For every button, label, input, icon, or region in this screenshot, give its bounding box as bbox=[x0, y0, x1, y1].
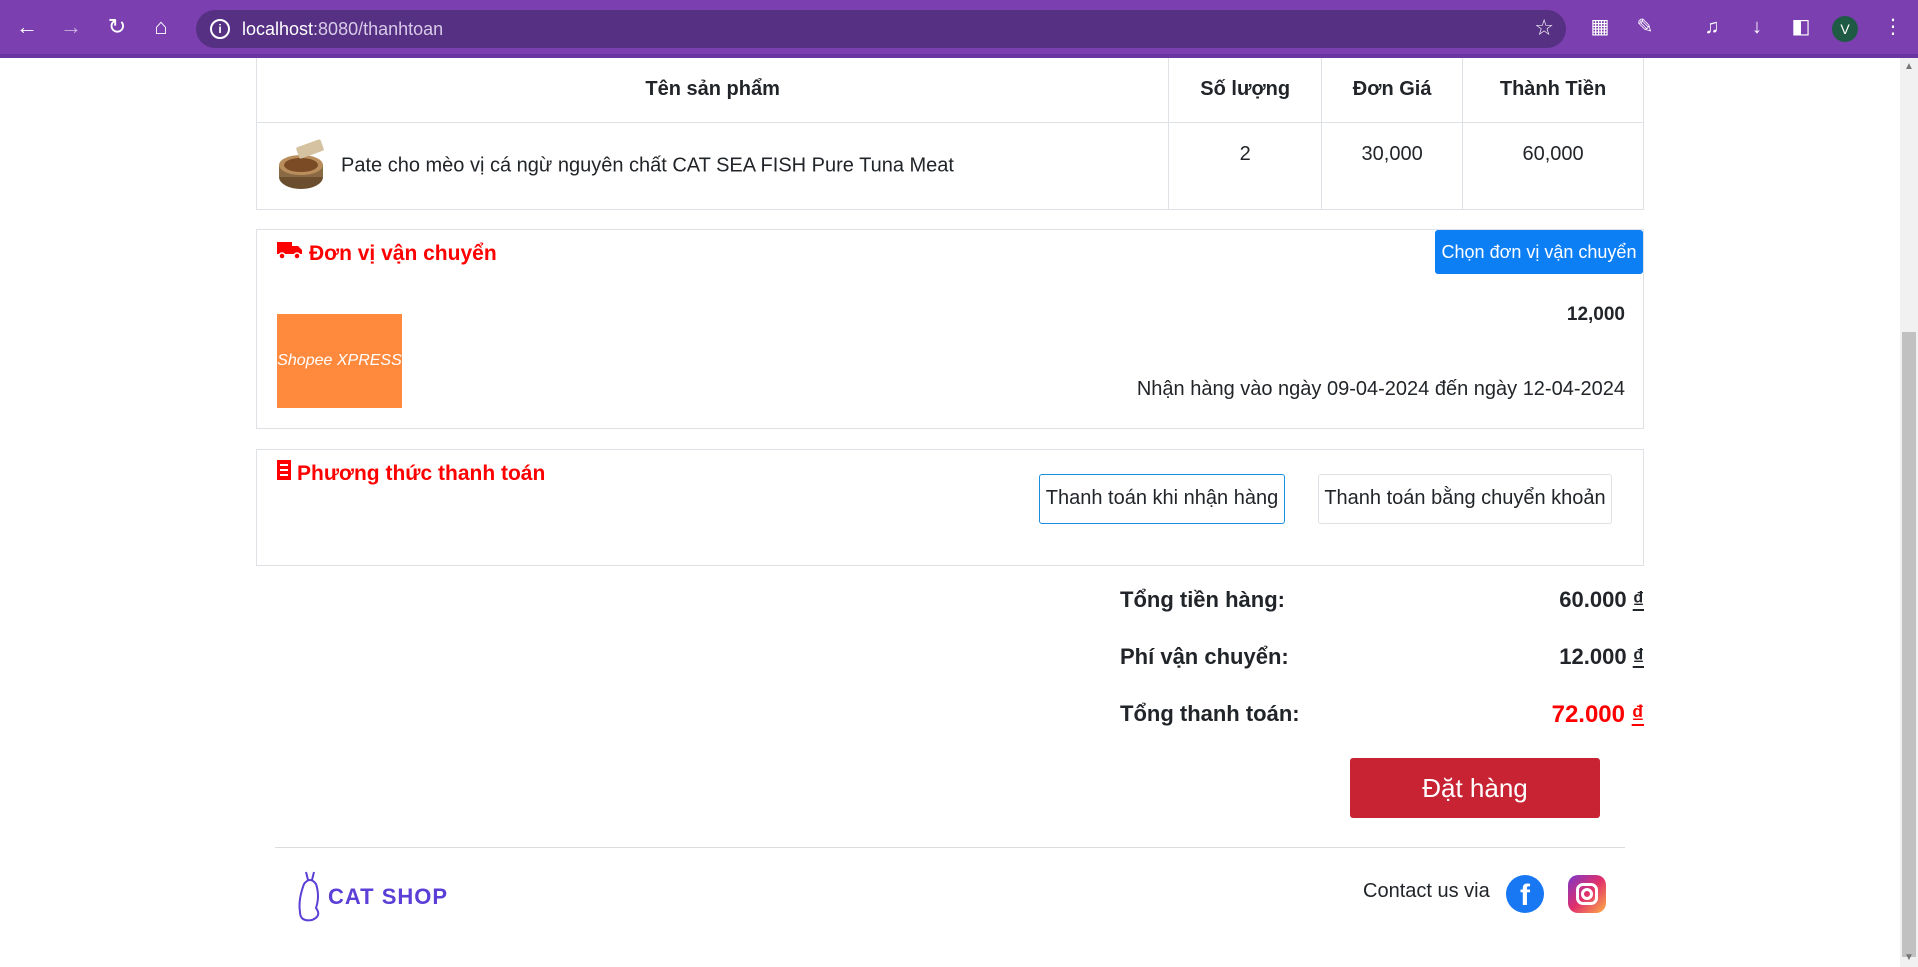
shipping-card: Đơn vị vận chuyển Chọn đơn vị vận chuyển… bbox=[256, 229, 1644, 429]
product-price: 30,000 bbox=[1321, 121, 1464, 210]
product-total: 60,000 bbox=[1462, 121, 1644, 210]
download-icon[interactable]: ↓ bbox=[1742, 12, 1772, 42]
product-qty: 2 bbox=[1168, 121, 1323, 210]
side-panel-icon[interactable]: ◧ bbox=[1786, 12, 1816, 42]
shipping-title: Đơn vị vận chuyển bbox=[277, 240, 497, 266]
col-header-total: Thành Tiền bbox=[1462, 58, 1644, 123]
total-value: 72.000 ₫ bbox=[1551, 701, 1644, 728]
total-label: Tổng thanh toán: bbox=[1120, 701, 1300, 726]
home-icon[interactable]: ⌂ bbox=[146, 12, 176, 42]
cat-logo-icon[interactable] bbox=[292, 866, 328, 924]
scrollbar-thumb[interactable] bbox=[1902, 332, 1916, 957]
scroll-down-icon[interactable]: ▼ bbox=[1902, 951, 1916, 965]
col-header-name: Tên sản phẩm bbox=[255, 58, 1170, 123]
footer-divider bbox=[275, 847, 1625, 848]
receipt-icon bbox=[277, 460, 291, 486]
extensions-puzzle-icon[interactable]: ✎ bbox=[1630, 12, 1660, 42]
table-row: Pate cho mèo vị cá ngừ nguyên chất CAT S… bbox=[255, 121, 1644, 210]
pay-cod-option[interactable]: Thanh toán khi nhận hàng bbox=[1039, 474, 1285, 524]
contact-text: Contact us via bbox=[1363, 880, 1490, 902]
product-table: Tên sản phẩm Số lượng Đơn Giá Thành Tiền bbox=[255, 58, 1644, 210]
forward-icon[interactable]: → bbox=[56, 12, 86, 42]
col-header-price: Đơn Giá bbox=[1321, 58, 1464, 123]
checkout-page: Tên sản phẩm Số lượng Đơn Giá Thành Tiền bbox=[0, 58, 1900, 967]
bookmark-star-icon[interactable]: ☆ bbox=[1534, 15, 1554, 41]
product-cell: Pate cho mèo vị cá ngừ nguyên chất CAT S… bbox=[255, 121, 1170, 210]
delivery-estimate: Nhận hàng vào ngày 09-04-2024 đến ngày 1… bbox=[1136, 378, 1625, 400]
menu-kebab-icon[interactable]: ⋮ bbox=[1878, 12, 1908, 42]
product-name[interactable]: Pate cho mèo vị cá ngừ nguyên chất CAT S… bbox=[341, 154, 954, 176]
address-bar[interactable]: i localhost:8080/thanhtoan ☆ bbox=[196, 10, 1566, 48]
facebook-icon[interactable]: f bbox=[1506, 875, 1544, 913]
product-image bbox=[275, 137, 327, 195]
truck-icon bbox=[277, 240, 303, 266]
subtotal-label: Tổng tiền hàng: bbox=[1120, 587, 1285, 612]
back-icon[interactable]: ← bbox=[12, 12, 42, 42]
site-info-icon[interactable]: i bbox=[210, 19, 230, 39]
shipping-fee-value: 12.000 ₫ bbox=[1559, 644, 1644, 669]
subtotal-value: 60.000 ₫ bbox=[1559, 587, 1644, 612]
place-order-button[interactable]: Đặt hàng bbox=[1350, 758, 1600, 818]
shop-logo-text[interactable]: CAT SHOP bbox=[328, 884, 448, 910]
shipping-fee-label: Phí vận chuyển: bbox=[1120, 644, 1289, 669]
reload-icon[interactable]: ↻ bbox=[102, 12, 132, 42]
media-control-icon[interactable]: ♫ bbox=[1697, 12, 1727, 42]
profile-avatar[interactable]: V bbox=[1832, 16, 1858, 42]
payment-title: Phương thức thanh toán bbox=[277, 460, 545, 486]
url-text[interactable]: localhost:8080/thanhtoan bbox=[242, 19, 443, 40]
col-header-qty: Số lượng bbox=[1168, 58, 1323, 123]
shipping-fee: 12,000 bbox=[1566, 304, 1625, 325]
choose-shipping-button[interactable]: Chọn đơn vị vận chuyển bbox=[1435, 230, 1643, 274]
pay-transfer-option[interactable]: Thanh toán bằng chuyển khoản bbox=[1318, 474, 1612, 524]
extension-tab-icon[interactable]: ▦ bbox=[1585, 12, 1615, 42]
carrier-logo: Shopee XPRESS bbox=[277, 314, 402, 408]
instagram-icon[interactable] bbox=[1568, 875, 1606, 913]
payment-card: Phương thức thanh toán Thanh toán khi nh… bbox=[256, 449, 1644, 566]
scroll-up-icon[interactable]: ▲ bbox=[1902, 60, 1916, 74]
